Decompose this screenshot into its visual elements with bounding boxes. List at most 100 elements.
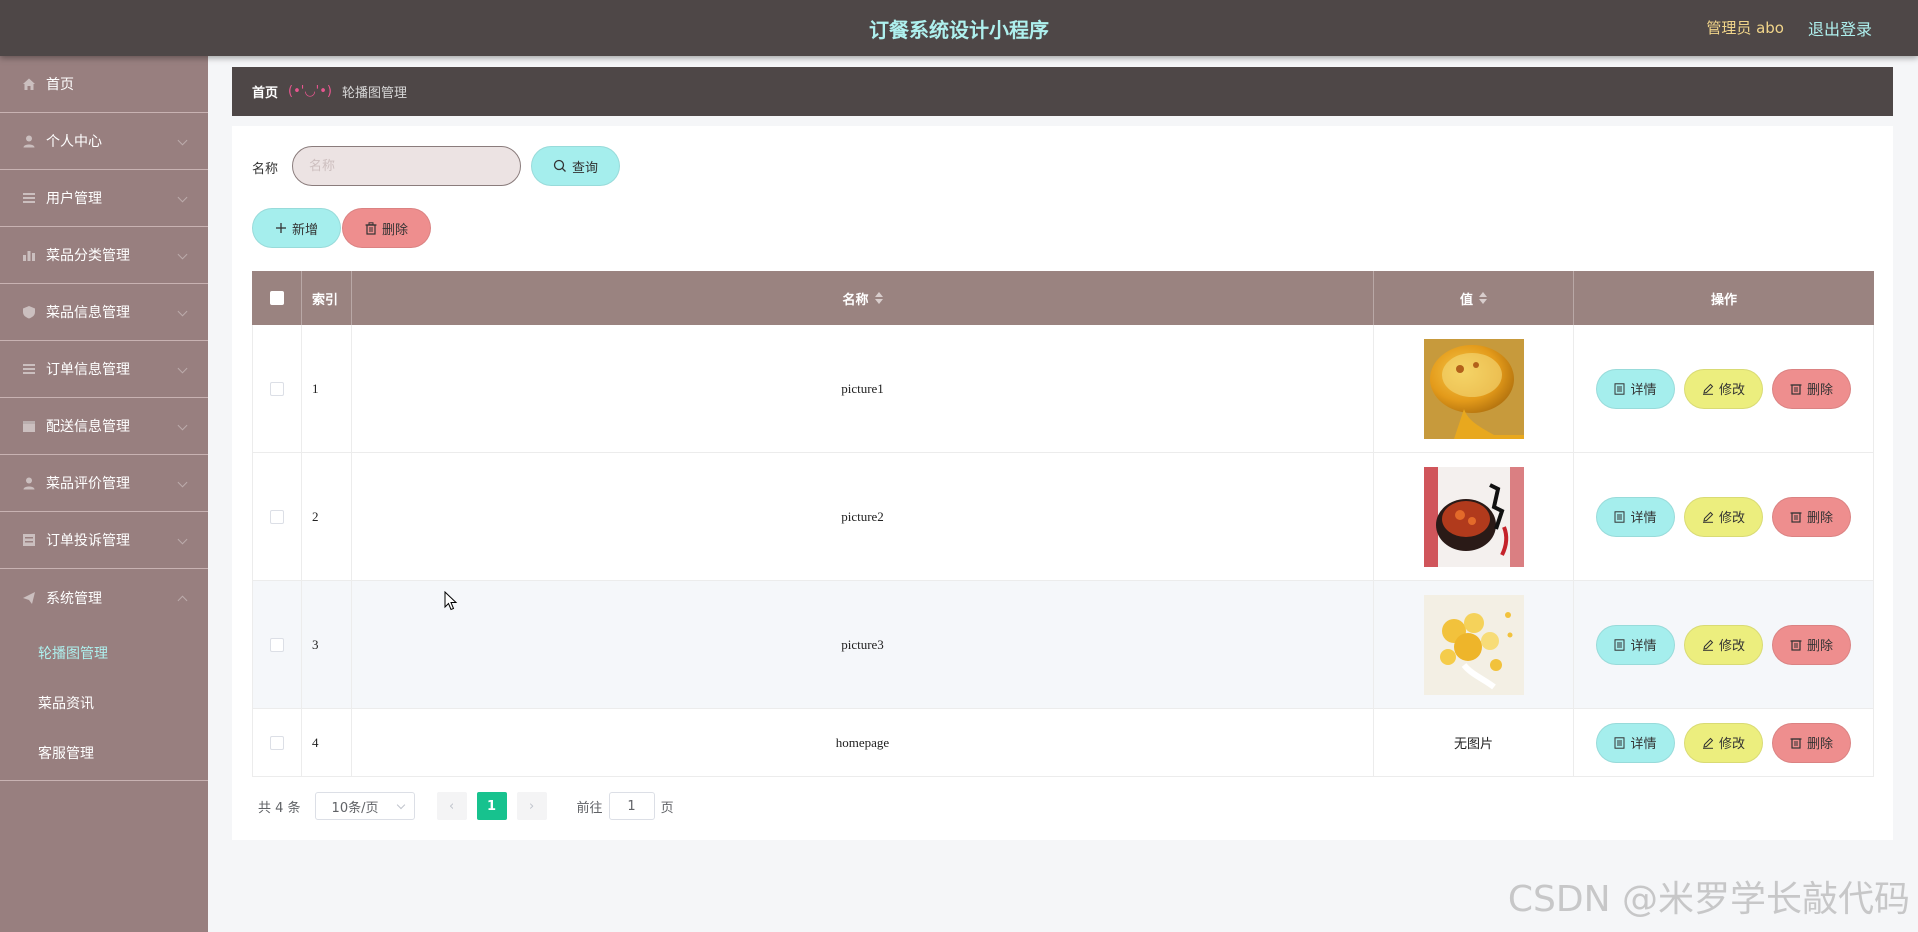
header-value[interactable]: 值 — [1374, 271, 1574, 325]
sidebar-item-label: 订单信息管理 — [46, 362, 130, 378]
row-checkbox[interactable] — [270, 637, 284, 652]
food-photo-honey — [1423, 338, 1524, 439]
plus-icon — [275, 223, 286, 233]
document-icon — [1614, 510, 1625, 523]
sidebar-item-order-info[interactable]: 订单信息管理 — [0, 341, 208, 398]
edit-label: 修改 — [1718, 511, 1745, 526]
table-row: 2 picture2 详情 修改 删除 — [252, 453, 1874, 581]
edit-label: 修改 — [1718, 737, 1745, 752]
logout-link[interactable]: 退出登录 — [1808, 16, 1872, 40]
header-select-all[interactable] — [252, 271, 302, 325]
edit-button[interactable]: 修改 — [1684, 624, 1763, 665]
chevron-down-icon — [177, 420, 188, 431]
sidebar-subitem-dish-news[interactable]: 菜品资讯 — [0, 678, 208, 728]
chevron-down-icon — [177, 477, 188, 488]
header-name-label: 名称 — [842, 292, 869, 308]
document-icon — [1614, 638, 1625, 651]
app-title: 订餐系统设计小程序 — [869, 18, 1049, 42]
search-label: 名称 — [252, 162, 279, 177]
detail-label: 详情 — [1630, 383, 1657, 398]
user-icon — [22, 134, 36, 148]
row-value — [1374, 325, 1574, 452]
row-select[interactable] — [252, 325, 302, 452]
sidebar-item-dish-review[interactable]: 菜品评价管理 — [0, 455, 208, 512]
sidebar-item-label: 个人中心 — [46, 134, 102, 150]
sidebar-subitem-customer-service[interactable]: 客服管理 — [0, 728, 208, 778]
trash-icon — [365, 221, 377, 235]
prev-page-button[interactable]: ‹ — [436, 792, 467, 820]
sidebar-item-user-management[interactable]: 用户管理 — [0, 170, 208, 227]
home-icon — [22, 77, 36, 91]
detail-button[interactable]: 详情 — [1596, 368, 1675, 409]
watermark: CSDN @米罗学长敲代码 — [1507, 879, 1910, 920]
edit-button[interactable]: 修改 — [1684, 368, 1763, 409]
grid-icon — [22, 533, 36, 547]
chevron-down-icon — [177, 534, 188, 545]
sidebar-item-label: 首页 — [46, 77, 74, 93]
edit-icon — [1702, 383, 1714, 395]
pagination-total: 共 4 条 — [258, 800, 301, 816]
delete-label: 删除 — [1806, 383, 1833, 398]
row-actions: 详情 修改 删除 — [1574, 325, 1874, 452]
goto-page: 前往 页 — [577, 792, 674, 820]
edit-button[interactable]: 修改 — [1684, 722, 1763, 763]
sidebar-item-system-management[interactable]: 系统管理 — [0, 569, 208, 626]
main-card: 名称 查询 新增 删除 索引 名称 值 操作 1 picture1 — [232, 126, 1893, 840]
user-icon — [22, 476, 36, 490]
breadcrumb-home[interactable]: 首页 — [252, 82, 278, 101]
row-name: homepage — [352, 709, 1374, 776]
delete-button[interactable]: 删除 — [1772, 722, 1851, 763]
sidebar-item-dish-category[interactable]: 菜品分类管理 — [0, 227, 208, 284]
sort-icon[interactable] — [1479, 292, 1487, 304]
delete-button[interactable]: 删除 — [1772, 624, 1851, 665]
calendar-icon — [22, 419, 36, 433]
header-actions: 操作 — [1710, 292, 1737, 308]
breadcrumb-current: 轮播图管理 — [342, 86, 408, 101]
row-select[interactable] — [252, 581, 302, 708]
search-button[interactable]: 查询 — [531, 146, 620, 186]
edit-label: 修改 — [1718, 639, 1745, 654]
sidebar-subitem-carousel[interactable]: 轮播图管理 — [0, 628, 208, 678]
detail-button[interactable]: 详情 — [1596, 496, 1675, 537]
chart-icon — [22, 248, 36, 262]
delete-button[interactable]: 删除 — [1772, 368, 1851, 409]
row-select[interactable] — [252, 453, 302, 580]
delete-button[interactable]: 删除 — [1772, 496, 1851, 537]
header-name[interactable]: 名称 — [352, 271, 1374, 325]
row-checkbox[interactable] — [270, 509, 284, 524]
detail-button[interactable]: 详情 — [1596, 722, 1675, 763]
search-icon — [553, 159, 566, 172]
select-all-checkbox[interactable] — [269, 291, 284, 305]
sidebar-item-dish-info[interactable]: 菜品信息管理 — [0, 284, 208, 341]
search-button-label: 查询 — [571, 160, 598, 176]
sidebar-item-personal-center[interactable]: 个人中心 — [0, 113, 208, 170]
sidebar-item-label: 配送信息管理 — [46, 419, 130, 435]
add-button-label: 新增 — [291, 222, 318, 238]
batch-delete-button[interactable]: 删除 — [342, 208, 431, 248]
page-size-select[interactable]: 10条/页 — [314, 792, 415, 820]
edit-button[interactable]: 修改 — [1684, 496, 1763, 537]
sidebar-item-order-complaint[interactable]: 订单投诉管理 — [0, 512, 208, 569]
detail-button[interactable]: 详情 — [1596, 624, 1675, 665]
sidebar-item-home[interactable]: 首页 — [0, 56, 208, 113]
row-select[interactable] — [252, 709, 302, 776]
sidebar-item-delivery-info[interactable]: 配送信息管理 — [0, 398, 208, 455]
goto-page-input[interactable] — [608, 792, 655, 820]
next-page-button[interactable]: › — [516, 792, 547, 820]
row-checkbox[interactable] — [270, 735, 284, 750]
chevron-left-icon: ‹ — [448, 798, 455, 814]
edit-icon — [1702, 737, 1714, 749]
sidebar-item-label: 订单投诉管理 — [46, 533, 130, 549]
row-index: 3 — [302, 581, 352, 708]
sidebar-item-label: 系统管理 — [46, 590, 102, 607]
page-number-current[interactable]: 1 — [476, 792, 507, 820]
top-bar: 订餐系统设计小程序 管理员 abo 退出登录 — [0, 0, 1918, 56]
row-checkbox[interactable] — [270, 381, 284, 396]
add-button[interactable]: 新增 — [252, 208, 341, 248]
search-input[interactable] — [292, 146, 521, 186]
list-icon — [22, 362, 36, 376]
current-user-label: 管理员 abo — [1706, 19, 1784, 37]
goto-prefix: 前往 — [576, 800, 603, 816]
sort-icon[interactable] — [874, 292, 883, 304]
system-management-submenu: 轮播图管理 菜品资讯 客服管理 — [0, 626, 208, 781]
